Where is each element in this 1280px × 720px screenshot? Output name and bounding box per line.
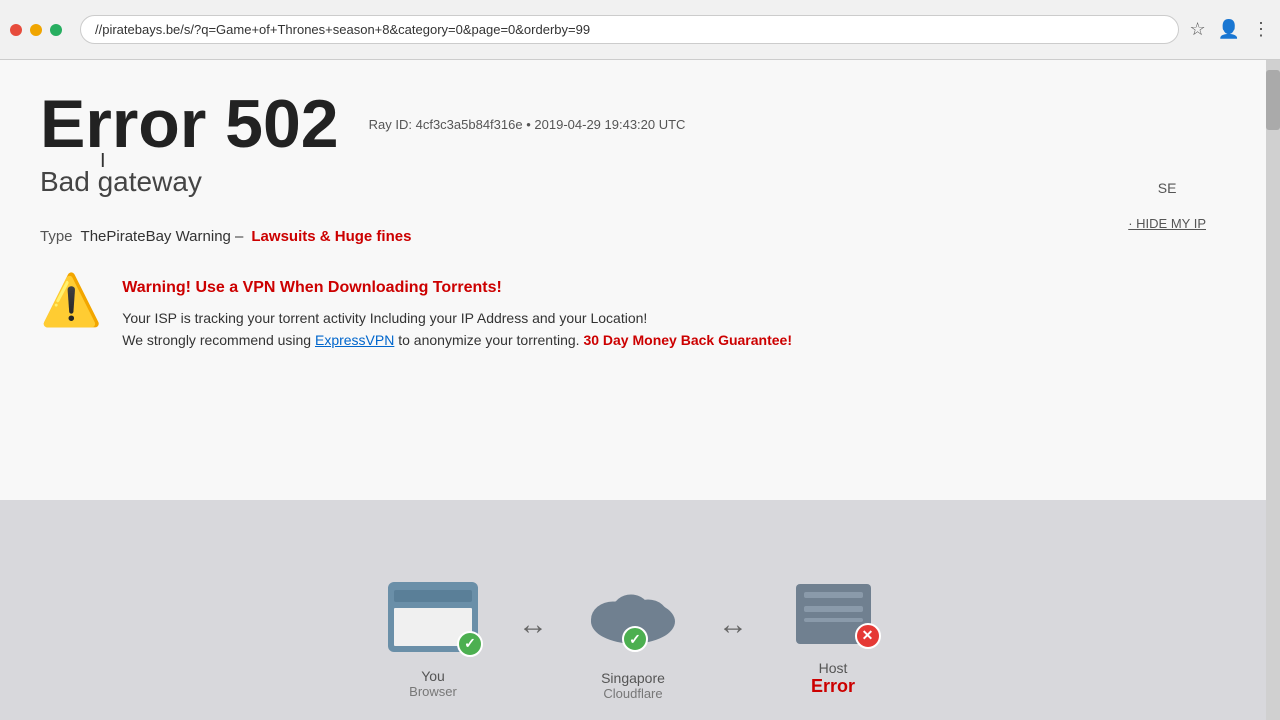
diagram-cloudflare: ✓ Singapore Cloudflare <box>563 579 703 701</box>
error-heading: Error 502 Ray ID: 4cf3c3a5b84f316e • 201… <box>40 90 1226 158</box>
side-labels: SE · HIDE MY IP <box>1128 180 1206 231</box>
host-error-badge: ✕ <box>855 623 881 649</box>
error-code: Error 502 <box>40 90 339 158</box>
host-label: Host <box>819 660 848 676</box>
error-subtitle: Bad gateway <box>40 166 1226 198</box>
content-area: I Error 502 Ray ID: 4cf3c3a5b84f316e • 2… <box>0 60 1266 720</box>
browser-icon-wrap: ✓ <box>388 582 478 652</box>
you-check-badge: ✓ <box>457 631 483 657</box>
type-warning: Lawsuits & Huge fines <box>251 228 411 245</box>
account-icon[interactable]: 👤 <box>1218 19 1240 40</box>
host-error-label: Error <box>811 676 855 697</box>
scrollbar-thumb[interactable] <box>1266 70 1280 130</box>
warning-line1: Your ISP is tracking your torrent activi… <box>122 307 792 329</box>
diagram-you: ✓ You Browser <box>363 582 503 699</box>
timestamp: 2019-04-29 19:43:20 UTC <box>534 117 685 132</box>
cloudflare-label: Cloudflare <box>603 686 662 701</box>
warning-box: ⚠️ Warning! Use a VPN When Downloading T… <box>40 265 1226 361</box>
warning-line2: We strongly recommend using ExpressVPN t… <box>122 329 792 351</box>
browser-chrome: //piratebays.be/s/?q=Game+of+Thrones+sea… <box>0 0 1280 60</box>
cloud-check-badge: ✓ <box>622 626 648 652</box>
type-row: Type ThePirateBay Warning – Lawsuits & H… <box>40 228 1226 245</box>
expressvpn-link[interactable]: ExpressVPN <box>315 332 394 348</box>
arrow-you-to-cloud: ↔ <box>518 608 548 672</box>
bullet: • <box>526 117 531 132</box>
diagram-host: ✕ Host Error <box>763 584 903 697</box>
address-bar[interactable]: //piratebays.be/s/?q=Game+of+Thrones+sea… <box>80 15 1179 44</box>
warning-line2-post: to anonymize your torrenting. <box>394 332 579 348</box>
type-value: ThePirateBay Warning – <box>81 228 244 245</box>
money-back-text: 30 Day Money Back Guarantee! <box>583 332 792 348</box>
bookmark-icon[interactable]: ☆ <box>1189 19 1205 40</box>
se-label: SE <box>1128 180 1206 196</box>
hide-my-ip-link[interactable]: · HIDE MY IP <box>1128 216 1206 231</box>
you-label: You <box>421 668 445 684</box>
scrollbar[interactable] <box>1266 60 1280 720</box>
menu-icon[interactable]: ⋮ <box>1252 19 1270 40</box>
warning-line2-pre: We strongly recommend using <box>122 332 315 348</box>
ray-id-value: 4cf3c3a5b84f316e <box>416 117 523 132</box>
browser-label: Browser <box>409 684 457 699</box>
warning-content: Warning! Use a VPN When Downloading Torr… <box>122 275 792 351</box>
ray-id-label: Ray ID: <box>369 117 412 132</box>
singapore-label: Singapore <box>601 670 665 686</box>
browser-icons: ☆ 👤 ⋮ <box>1189 19 1270 40</box>
warning-icon: ⚠️ <box>40 275 102 325</box>
top-section: I Error 502 Ray ID: 4cf3c3a5b84f316e • 2… <box>0 60 1266 500</box>
arrow-cloud-to-host: ↔ <box>718 608 748 672</box>
cloud-icon-wrap: ✓ <box>583 579 683 654</box>
server-icon-wrap: ✕ <box>796 584 871 644</box>
type-label: Type <box>40 228 73 245</box>
diagram-section: ✓ You Browser ↔ ✓ Singapore Cloudflare ↔ <box>0 500 1266 720</box>
warning-title: Warning! Use a VPN When Downloading Torr… <box>122 275 792 301</box>
error-meta: Ray ID: 4cf3c3a5b84f316e • 2019-04-29 19… <box>369 117 686 132</box>
text-cursor: I <box>100 150 106 173</box>
